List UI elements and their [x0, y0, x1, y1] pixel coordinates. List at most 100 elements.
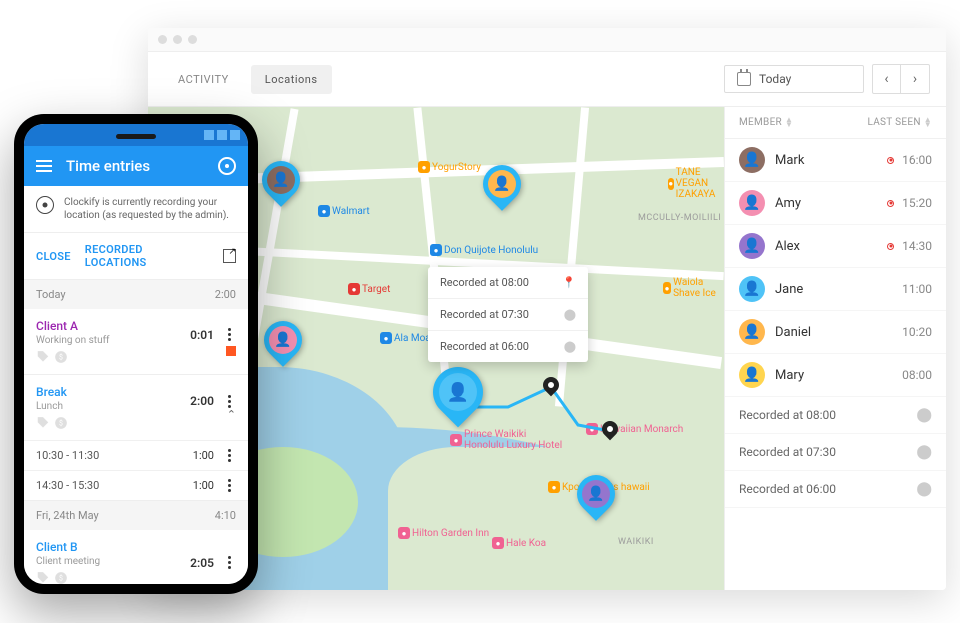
sub-entry[interactable]: 10:30 - 11:30 1:00 [24, 440, 248, 470]
prev-date-button[interactable]: ‹ [873, 65, 901, 93]
date-label: Today [759, 72, 791, 86]
time-entry[interactable]: Client B Client meeting $ 2:05 [24, 530, 248, 584]
svg-text:$: $ [59, 574, 63, 582]
sub-entry[interactable]: 14:30 - 15:30 1:00 [24, 470, 248, 500]
member-name: Jane [775, 282, 902, 297]
recorded-label: Recorded at 06:00 [739, 482, 916, 496]
map-poi: ●Waiola Shave Ice [663, 277, 724, 299]
day-header: Today2:00 [24, 280, 248, 309]
member-row[interactable]: 👤 Amy 15:20 [725, 182, 946, 225]
popup-row[interactable]: Recorded at 06:00 ⬤ [428, 331, 588, 362]
close-button[interactable]: CLOSE [36, 250, 71, 263]
dollar-icon: $ [54, 571, 68, 584]
recording-icon [887, 243, 894, 250]
recorded-row[interactable]: Recorded at 08:00 ⬤ [725, 397, 946, 434]
map-poi: ●Hale Koa [492, 537, 546, 549]
sub-entry-range: 10:30 - 11:30 [36, 449, 99, 462]
entry-menu-icon[interactable] [222, 479, 236, 492]
sub-entry-duration: 1:00 [193, 449, 214, 462]
entry-client: Client A [36, 319, 190, 333]
lastseen-col-header[interactable]: LAST SEEN ▲▼ [867, 117, 932, 128]
map-poi: ●Don Quijote Honolulu [430, 244, 538, 256]
date-nav: ‹ › [872, 64, 930, 94]
map-pin[interactable]: 👤 [433, 367, 483, 417]
entry-menu-icon[interactable] [222, 395, 236, 408]
map-poi: ●Prince Waikiki Honolulu Luxury Hotel [450, 429, 564, 451]
member-name: Mark [775, 153, 887, 168]
popup-row[interactable]: Recorded at 07:30 ⬤ [428, 299, 588, 331]
date-picker[interactable]: Today [724, 65, 864, 93]
phone-header: Time entries [24, 146, 248, 186]
svg-text:$: $ [59, 419, 63, 427]
entry-client: Break [36, 385, 190, 399]
phone-title: Time entries [66, 157, 218, 175]
entry-duration: 0:01 [190, 328, 214, 342]
tag-icon [36, 416, 50, 430]
entry-menu-icon[interactable] [222, 328, 236, 341]
toolbar: ACTIVITY Locations Today ‹ › [148, 52, 946, 107]
member-time: 15:20 [902, 196, 932, 210]
member-col-header[interactable]: MEMBER ▲▼ [739, 117, 793, 128]
entry-menu-icon[interactable] [222, 449, 236, 462]
entry-client: Client B [36, 540, 190, 554]
sub-entry-duration: 1:00 [193, 479, 214, 492]
time-entry[interactable]: Break Lunch $ 2:00 ⌃ 10: [24, 375, 248, 501]
map-pin[interactable]: 👤 [264, 321, 302, 359]
menu-icon[interactable] [36, 160, 52, 172]
svg-text:$: $ [59, 353, 63, 361]
tab-activity[interactable]: ACTIVITY [164, 65, 243, 94]
map-poi: WAIKIKI [618, 537, 654, 547]
phone-screen: Time entries Clockify is currently recor… [24, 124, 248, 584]
member-time: 14:30 [902, 239, 932, 253]
avatar: 👤 [739, 147, 765, 173]
member-row[interactable]: 👤 Mark 16:00 [725, 139, 946, 182]
member-name: Daniel [775, 325, 902, 340]
phone-mockup: Time entries Clockify is currently recor… [14, 114, 258, 594]
recorded-row[interactable]: Recorded at 07:30 ⬤ [725, 434, 946, 471]
phone-body[interactable]: Today2:00 Client A Working on stuff $ 0:… [24, 280, 248, 584]
entry-description: Working on stuff [36, 335, 190, 346]
time-entry[interactable]: Client A Working on stuff $ 0:01 [24, 309, 248, 375]
popup-label: Recorded at 08:00 [440, 276, 529, 289]
target-icon [36, 196, 54, 214]
member-time: 10:20 [902, 325, 932, 339]
collapse-icon[interactable]: ⌃ [227, 408, 236, 421]
map-poi: ●Walmart [318, 205, 370, 217]
member-row[interactable]: 👤 Alex 14:30 [725, 225, 946, 268]
sort-icon: ▲▼ [785, 118, 793, 128]
avatar: 👤 [739, 319, 765, 345]
open-external-icon[interactable] [223, 249, 236, 263]
recorded-locations-button[interactable]: RECORDED LOCATIONS [85, 243, 195, 269]
location-icon[interactable] [218, 157, 236, 175]
desktop-window: ACTIVITY Locations Today ‹ › [148, 28, 946, 590]
member-row[interactable]: 👤 Jane 11:00 [725, 268, 946, 311]
map-pin[interactable]: 👤 [483, 165, 521, 203]
map-poi: ●TANE VEGAN IZAKAYA [668, 167, 724, 200]
map-pin[interactable]: 👤 [577, 475, 615, 513]
map-pin[interactable]: 👤 [262, 161, 300, 199]
pin-icon: ⬤ [916, 407, 932, 423]
tab-locations[interactable]: Locations [251, 65, 332, 94]
avatar: 👤 [739, 233, 765, 259]
dollar-icon: $ [54, 416, 68, 430]
window-controls [148, 28, 946, 52]
member-row[interactable]: 👤 Daniel 10:20 [725, 311, 946, 354]
day-total: 4:10 [215, 509, 236, 522]
map-popup: Recorded at 08:00 📍Recorded at 07:30 ⬤Re… [428, 267, 588, 362]
day-total: 2:00 [215, 288, 236, 301]
member-sidebar: MEMBER ▲▼ LAST SEEN ▲▼ 👤 Mark 16:00 👤 Am… [724, 107, 946, 590]
entry-menu-icon[interactable] [222, 556, 236, 569]
sub-entry-range: 14:30 - 15:30 [36, 479, 99, 492]
phone-actions: CLOSE RECORDED LOCATIONS [24, 233, 248, 280]
calendar-icon [737, 72, 751, 86]
map-poi: ●Target [348, 283, 390, 295]
member-row[interactable]: 👤 Mary 08:00 [725, 354, 946, 397]
map-poi: ●Hilton Garden Inn [398, 527, 489, 539]
recorded-row[interactable]: Recorded at 06:00 ⬤ [725, 471, 946, 508]
recording-indicator [226, 346, 236, 356]
next-date-button[interactable]: › [901, 65, 929, 93]
entry-duration: 2:05 [190, 556, 214, 570]
popup-row[interactable]: Recorded at 08:00 📍 [428, 267, 588, 299]
map-poi: ●YogurStory [418, 161, 481, 173]
pin-icon: ⬤ [564, 340, 576, 353]
